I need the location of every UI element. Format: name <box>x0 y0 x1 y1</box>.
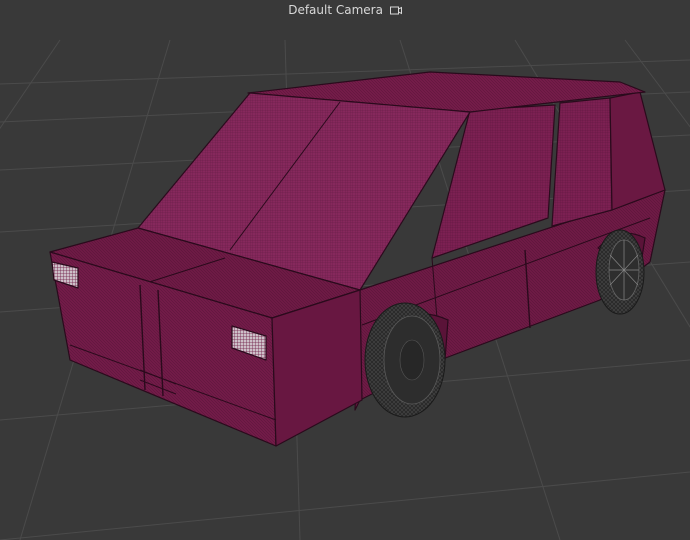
car-c-pillar <box>609 91 666 211</box>
car-wheel-front[interactable] <box>364 302 446 418</box>
3d-viewport[interactable]: Default Camera <box>0 0 690 540</box>
car-wheel-rear[interactable] <box>595 229 645 315</box>
camera-label[interactable]: Default Camera <box>0 3 690 17</box>
camera-label-text: Default Camera <box>288 3 383 17</box>
viewport-scene[interactable] <box>0 0 690 540</box>
camera-icon[interactable] <box>389 5 402 15</box>
car-model[interactable] <box>49 71 666 447</box>
car-front-side-panel[interactable] <box>271 289 363 447</box>
